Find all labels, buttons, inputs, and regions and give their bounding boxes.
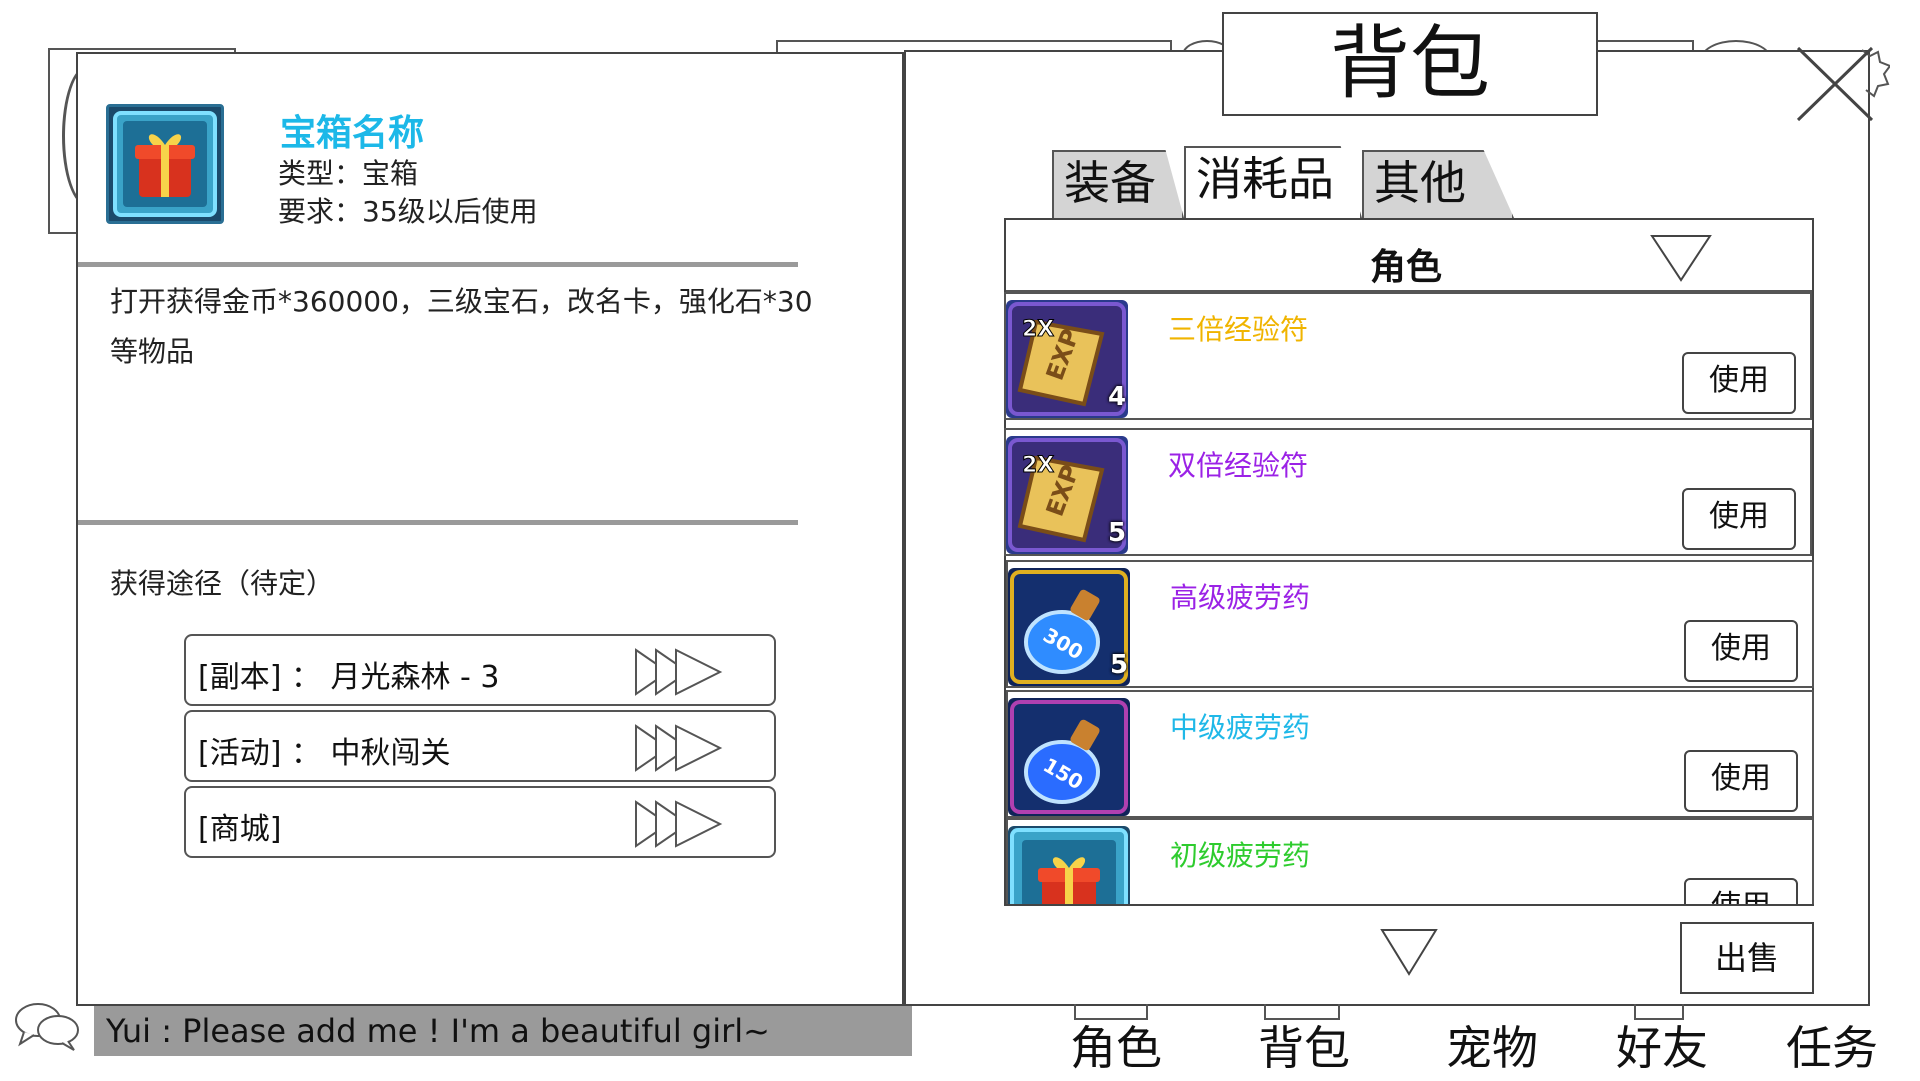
page-title: 背包	[1330, 17, 1490, 110]
svg-text:2X: 2X	[1022, 317, 1054, 342]
item-name: 三倍经验符	[1168, 313, 1309, 346]
use-button[interactable]: 使用	[1684, 750, 1798, 812]
item-detail-panel: 宝箱名称 类型：宝箱 要求：35级以后使用 打开获得金币*360000，三级宝石…	[76, 52, 904, 1006]
source-button-event[interactable]: [活动] ： 中秋闯关	[184, 710, 776, 782]
chat-message: Yui : Please add me ! I'm a beautiful gi…	[106, 1012, 770, 1050]
filter-selected: 角色	[1370, 247, 1443, 288]
character-filter-dropdown[interactable]: 角色	[1006, 220, 1812, 292]
item-row[interactable]: EXP 2X 5 双倍经验符 使用	[1004, 428, 1812, 556]
dropdown-triangle-icon	[1650, 234, 1712, 286]
source-label: [商城]	[198, 812, 282, 847]
potion-150-icon: 150	[1008, 698, 1130, 816]
item-row[interactable]: 初级疲劳药 使用	[1006, 818, 1814, 904]
item-quantity: 4	[1108, 382, 1127, 412]
item-type: 类型：宝箱	[278, 157, 419, 190]
item-name: 宝箱名称	[280, 113, 425, 154]
sell-button[interactable]: 出售	[1680, 922, 1814, 994]
source-button-shop[interactable]: [商城]	[184, 786, 776, 858]
scroll-down-icon[interactable]	[1380, 928, 1438, 980]
chat-bar[interactable]: Yui : Please add me ! I'm a beautiful gi…	[94, 1006, 912, 1056]
item-quantity: 5	[1108, 518, 1127, 548]
source-button-dungeon[interactable]: [副本] ： 月光森林 - 3	[184, 634, 776, 706]
item-row-partial-clip: 初级疲劳药 使用	[1000, 818, 1814, 904]
item-name: 初级疲劳药	[1170, 839, 1311, 872]
item-row[interactable]: 150 中级疲劳药 使用	[1006, 690, 1814, 818]
sell-label: 出售	[1714, 939, 1779, 977]
gift-box-icon	[1008, 826, 1130, 904]
item-name: 高级疲劳药	[1170, 581, 1311, 614]
chat-bubbles-icon[interactable]	[12, 998, 82, 1058]
treasure-chest-icon	[106, 104, 224, 224]
fast-forward-icon	[634, 800, 724, 852]
bag-title-box: 背包	[1222, 12, 1598, 116]
divider	[78, 520, 798, 525]
item-row[interactable]: EXP 2X 4 三倍经验符 使用	[1004, 292, 1812, 420]
item-quantity: 5	[1110, 650, 1129, 680]
item-name: 中级疲劳药	[1170, 711, 1311, 744]
item-requirement: 要求：35级以后使用	[278, 195, 538, 228]
use-button[interactable]: 使用	[1684, 878, 1798, 904]
use-button[interactable]: 使用	[1684, 620, 1798, 682]
item-row[interactable]: 300 5 高级疲劳药 使用	[1006, 560, 1814, 688]
item-name: 双倍经验符	[1168, 449, 1309, 482]
use-button[interactable]: 使用	[1682, 352, 1796, 414]
nav-quests[interactable]: 任务	[1786, 1012, 1878, 1078]
tab-label: 其他	[1374, 156, 1466, 210]
tab-label: 装备	[1064, 156, 1156, 210]
fast-forward-icon	[634, 724, 724, 776]
divider	[78, 262, 798, 267]
nav-pets[interactable]: 宠物	[1446, 1012, 1538, 1078]
source-heading: 获得途径（待定）	[110, 567, 335, 600]
source-label: [副本] ： 月光森林 - 3	[198, 660, 500, 695]
close-icon[interactable]	[1790, 42, 1892, 126]
item-description-line2: 等物品	[110, 335, 195, 368]
use-button[interactable]: 使用	[1682, 488, 1796, 550]
tab-consumables[interactable]: 消耗品	[1184, 146, 1362, 218]
fast-forward-icon	[634, 648, 724, 700]
source-label: [活动] ： 中秋闯关	[198, 736, 451, 771]
tab-label: 消耗品	[1196, 152, 1334, 206]
svg-text:2X: 2X	[1022, 453, 1054, 478]
nav-friends[interactable]: 好友	[1616, 1012, 1708, 1078]
tab-equipment[interactable]: 装备	[1052, 150, 1184, 218]
nav-bag[interactable]: 背包	[1258, 1012, 1350, 1078]
item-description-line1: 打开获得金币*360000，三级宝石，改名卡，强化石*30	[110, 285, 813, 318]
nav-character[interactable]: 角色	[1070, 1012, 1162, 1078]
